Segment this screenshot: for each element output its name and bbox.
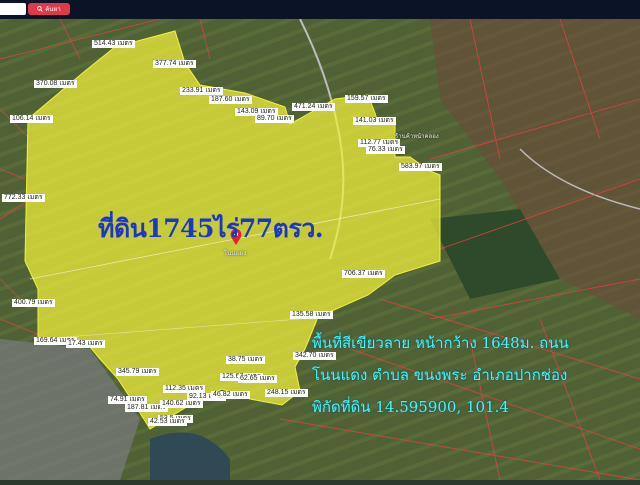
search-button[interactable]: ค้นหา <box>28 3 70 15</box>
distance-label: 377.74 เมตร <box>153 60 196 68</box>
distance-label: 233.91 เมตร <box>180 87 223 95</box>
land-size-title: ที่ดิน1745ไร่77ตรว. <box>98 214 324 243</box>
distance-label: 706.37 เมตร <box>342 270 385 278</box>
distance-label: 772.33 เมตร <box>2 194 45 202</box>
distance-label: 514.43 เมตร <box>92 40 135 48</box>
satellite-map[interactable]: 514.43 เมตร 377.74 เมตร 370.08 เมตร 233.… <box>0 18 640 481</box>
distance-label: 187.60 เมตร <box>209 96 252 104</box>
distance-label: 140.62 เมตร <box>160 400 203 408</box>
info-line-2: โนนแดง ตำบล ขนงพระ อำเภอปากช่อง <box>312 366 568 384</box>
distance-label: 112.35 เมตร <box>163 385 206 393</box>
distance-label: 345.79 เมตร <box>116 368 159 376</box>
distance-label: 42.53 เมตร <box>148 418 187 426</box>
distance-label: 17.43 เมตร <box>66 340 105 348</box>
distance-label: 471.24 เมตร <box>292 103 335 111</box>
poi-label: โนนแดง <box>224 251 247 257</box>
distance-label: 159.57 เมตร <box>345 95 388 103</box>
search-input[interactable] <box>0 3 26 15</box>
distance-label: 74.91 เมตร <box>108 396 147 404</box>
distance-label: 38.75 เมตร <box>226 356 265 364</box>
distance-label: 135.58 เมตร <box>290 311 333 319</box>
distance-label: 370.08 เมตร <box>34 80 77 88</box>
top-search-bar: ค้นหา <box>0 0 640 19</box>
distance-label: 89.70 เมตร <box>255 115 294 123</box>
info-line-3: พิกัดที่ดิน 14.595900, 101.4 <box>312 398 509 416</box>
search-button-label: ค้นหา <box>45 7 61 13</box>
distance-label: 62.65 เมตร <box>238 375 277 383</box>
poi-label: ร้านค้าหน้าคลอง <box>395 134 439 140</box>
info-line-1: พื้นที่สีเขียวลาย หน้ากว้าง 1648ม. ถนน <box>312 334 569 352</box>
search-icon <box>37 6 43 12</box>
distance-label: 46.82 เมตร <box>211 391 250 399</box>
distance-label: 141.03 เมตร <box>353 117 396 125</box>
distance-label: 76.33 เมตร <box>366 146 405 154</box>
distance-label: 583.97 เมตร <box>399 163 442 171</box>
distance-label: 400.79 เมตร <box>12 299 55 307</box>
distance-label: 248.15 เมตร <box>265 389 308 397</box>
distance-label: 106.14 เมตร <box>10 115 53 123</box>
